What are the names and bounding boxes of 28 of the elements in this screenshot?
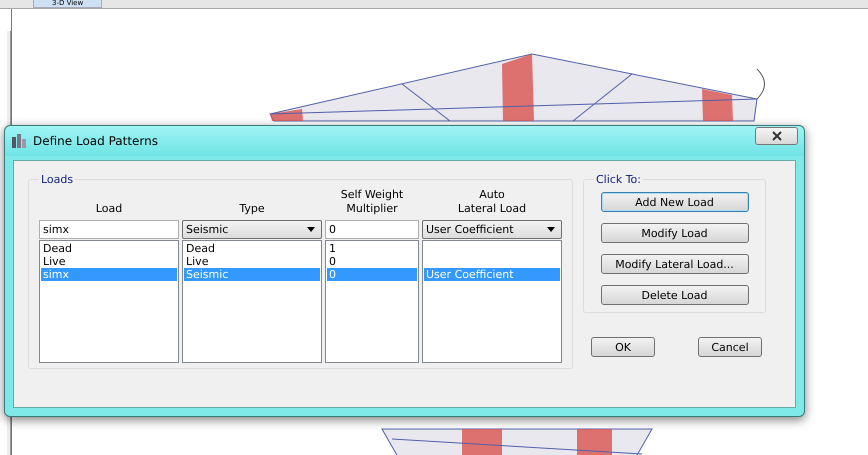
dropdown[interactable]: User Coefficient <box>422 220 562 239</box>
column-header: Type <box>238 201 266 216</box>
action-button[interactable]: Delete Load <box>600 285 748 305</box>
input-field[interactable]: 0 <box>325 220 419 239</box>
group-title: Loads <box>40 173 74 186</box>
group-title: Click To: <box>595 173 642 186</box>
list-item[interactable]: Live <box>41 255 177 268</box>
column-header: Self Weight Multiplier <box>340 187 404 216</box>
list-item[interactable]: 0 <box>327 255 417 268</box>
action-button[interactable]: Modify Lateral Load... <box>600 254 748 274</box>
action-button[interactable]: Add New Load <box>600 192 748 212</box>
close-button[interactable] <box>755 127 798 145</box>
action-button[interactable]: Modify Load <box>600 223 748 243</box>
close-icon <box>772 131 782 141</box>
dialog-title: Define Load Patterns <box>33 134 160 148</box>
building-icon <box>11 133 27 149</box>
caret-icon <box>307 227 315 232</box>
list-item[interactable]: Dead <box>184 242 320 255</box>
column-header: Auto Lateral Load <box>456 187 528 216</box>
column-header: Load <box>94 201 124 216</box>
dialog-button[interactable]: OK <box>591 337 655 357</box>
dialog-button[interactable]: Cancel <box>698 337 762 357</box>
caret-icon <box>547 227 555 232</box>
list-item[interactable]: Live <box>184 255 320 268</box>
list-item[interactable]: Dead <box>41 242 177 255</box>
input-field[interactable]: simx <box>39 220 179 239</box>
list-item[interactable]: 1 <box>327 242 417 255</box>
dropdown[interactable]: Seismic <box>182 220 322 239</box>
